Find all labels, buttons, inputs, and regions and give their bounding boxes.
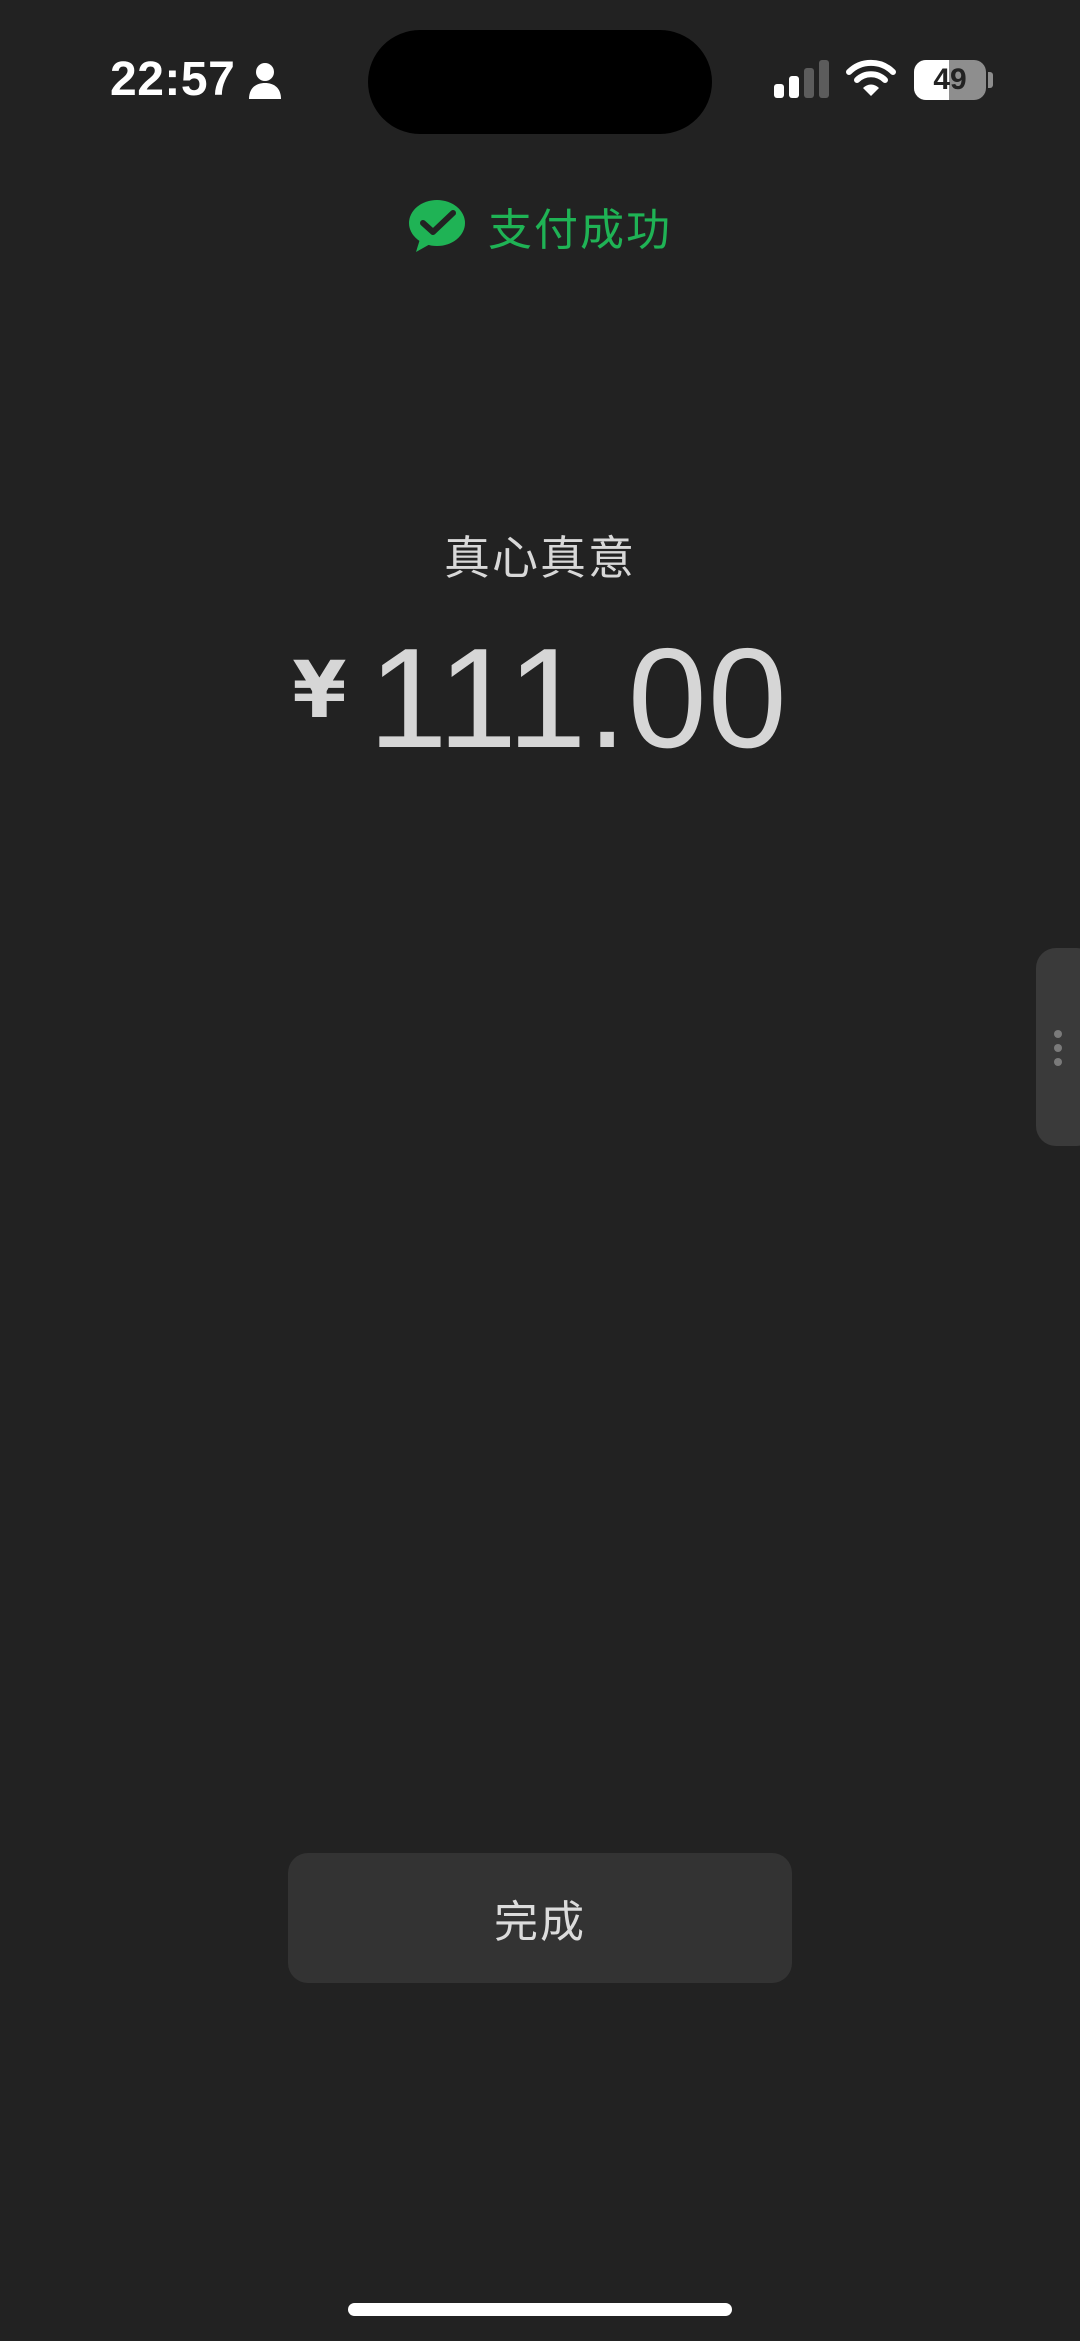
pay-header: 支付成功 [0,196,1080,256]
signal-icon [774,60,829,98]
home-indicator[interactable] [348,2303,732,2316]
payee-name: 真心真意 [444,531,636,585]
payment-success-screen: 22:57 49 支付成功 真心真意 ¥ 111.00 完成 [0,0,1080,2341]
person-icon [249,63,281,99]
status-time: 22:57 [110,53,236,106]
wechat-pay-icon [409,200,465,252]
pay-status-text: 支付成功 [488,205,672,256]
currency-symbol: ¥ [292,646,347,736]
dynamic-island [368,30,712,134]
done-button[interactable]: 完成 [288,1853,792,1983]
battery-icon: 49 [914,60,986,100]
amount-row: ¥ 111.00 [0,628,1080,770]
side-float-handle[interactable] [1036,948,1080,1146]
handle-dot [1054,1030,1062,1038]
handle-dot [1054,1058,1062,1066]
battery-tip [988,72,993,88]
wifi-icon [846,59,896,96]
amount-value: 111.00 [368,619,788,778]
battery-level: 49 [933,63,967,96]
handle-dot [1054,1044,1062,1052]
